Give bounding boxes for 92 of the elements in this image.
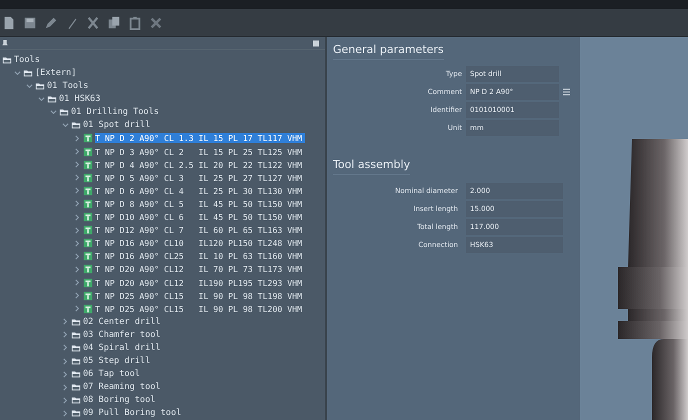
- tree-item[interactable]: T NP D 3 A90° CL 2 IL 15 PL 25 TL125 VHM: [72, 145, 325, 158]
- dock-icon[interactable]: [313, 40, 319, 47]
- folder-icon: [71, 382, 81, 392]
- tree-item[interactable]: T NP D 6 A90° CL 4 IL 25 PL 30 TL130 VHM: [72, 184, 325, 198]
- chevron-down-icon[interactable]: [38, 96, 45, 103]
- tree-item[interactable]: T NP D25 A90° CL15 IL 90 PL 98 TL198 VHM: [72, 289, 325, 302]
- tool-icon: [83, 186, 93, 196]
- tree-item[interactable]: [Extern]: [12, 66, 325, 80]
- tool-icon: [83, 160, 93, 170]
- chevron-down-icon[interactable]: [62, 122, 69, 129]
- chevron-right-icon[interactable]: [74, 240, 81, 247]
- chevron-right-icon[interactable]: [74, 292, 81, 300]
- chevron-right-icon[interactable]: [62, 318, 69, 326]
- tree-item[interactable]: T NP D25 A90° CL15 IL 90 PL 98 TL200 VHM: [72, 302, 325, 316]
- folder-icon: [35, 81, 45, 92]
- tree-item[interactable]: T NP D20 A90° CL12 IL190 PL195 TL293 VHM: [72, 276, 325, 290]
- tool-icon: [83, 278, 93, 288]
- chevron-right-icon[interactable]: [74, 174, 81, 182]
- tool-icon: [83, 290, 93, 301]
- tree-item[interactable]: 09 Pull Boring tool: [60, 406, 325, 420]
- chevron-right-icon[interactable]: [62, 396, 69, 404]
- folder-icon: [59, 107, 69, 118]
- tree-item[interactable]: 08 Boring tool: [60, 394, 325, 407]
- section-title: Tool assembly: [333, 158, 410, 175]
- tree-item[interactable]: 06 Tap tool: [60, 368, 325, 381]
- pencil-icon[interactable]: [44, 16, 58, 30]
- tool-icon: [83, 146, 93, 157]
- chevron-right-icon[interactable]: [62, 331, 69, 338]
- tool-icon: [83, 264, 93, 274]
- chevron-down-icon[interactable]: [14, 70, 21, 77]
- section-title: General parameters: [333, 43, 444, 60]
- tool-icon: [83, 212, 93, 222]
- scissors-icon[interactable]: [86, 16, 100, 30]
- chevron-right-icon[interactable]: [74, 266, 81, 273]
- folder-icon: [71, 369, 81, 380]
- chevron-right-icon[interactable]: [74, 187, 81, 194]
- pin-icon[interactable]: [2, 40, 8, 47]
- tree-item[interactable]: T NP D 8 A90° CL 5 IL 45 PL 50 TL150 VHM: [72, 197, 325, 210]
- folder-icon: [71, 342, 81, 353]
- tree-item[interactable]: T NP D16 A90° CL25 IL 10 PL 63 TL160 VHM: [72, 250, 325, 263]
- folder-icon: [71, 316, 81, 327]
- folder-icon: [71, 395, 81, 406]
- chevron-right-icon[interactable]: [74, 226, 81, 234]
- tree-item[interactable]: 02 Center drill: [60, 315, 325, 328]
- folder-icon: [23, 68, 33, 78]
- folder-icon: [47, 94, 57, 104]
- copy-icon[interactable]: [107, 16, 121, 30]
- chevron-right-icon[interactable]: [62, 370, 69, 378]
- chevron-right-icon[interactable]: [74, 214, 81, 221]
- chevron-right-icon[interactable]: [74, 252, 81, 260]
- tree-item[interactable]: 01 Tools: [24, 80, 325, 93]
- tree-item[interactable]: 03 Chamfer tool: [60, 328, 325, 342]
- folder-icon: [71, 330, 81, 340]
- tree-item[interactable]: 01 Drilling Tools: [48, 106, 325, 119]
- tree-item[interactable]: T NP D 5 A90° CL 3 IL 25 PL 27 TL127 VHM: [72, 171, 325, 184]
- chevron-right-icon[interactable]: [74, 305, 81, 312]
- tree-item[interactable]: T NP D12 A90° CL 7 IL 60 PL 65 TL163 VHM: [72, 224, 325, 237]
- tree-item[interactable]: T NP D16 A90° CL10 IL120 PL150 TL248 VHM: [72, 236, 325, 250]
- tree-item[interactable]: T NP D20 A90° CL12 IL 70 PL 73 TL173 VHM: [72, 262, 325, 276]
- tool-icon: [83, 172, 93, 183]
- tree-item[interactable]: 04 Spiral drill: [60, 341, 325, 355]
- tree-item[interactable]: Tools: [0, 53, 325, 66]
- save-icon[interactable]: [23, 16, 37, 30]
- chevron-right-icon[interactable]: [74, 134, 81, 142]
- chevron-down-icon[interactable]: [26, 82, 33, 90]
- delete-icon[interactable]: [149, 16, 163, 30]
- folder-icon: [71, 356, 81, 366]
- tree-item[interactable]: T NP D10 A90° CL 6 IL 45 PL 50 TL150 VHM: [72, 210, 325, 224]
- tree-item[interactable]: T NP D 4 A90° CL 2.5 IL 20 PL 22 TL122 VHM: [72, 158, 325, 172]
- tree-item[interactable]: 01 HSK63: [36, 92, 325, 106]
- chevron-right-icon[interactable]: [74, 148, 81, 156]
- chevron-right-icon[interactable]: [62, 344, 69, 352]
- tree-item[interactable]: 07 Reaming tool: [60, 380, 325, 394]
- tool-icon: [83, 198, 93, 209]
- tree-item[interactable]: 01 Spot drill: [60, 118, 325, 132]
- tool-icon: [83, 251, 93, 262]
- folder-icon: [71, 120, 81, 130]
- new-file-icon[interactable]: [2, 16, 16, 30]
- clipboard-icon[interactable]: [128, 16, 142, 30]
- chevron-right-icon[interactable]: [74, 161, 81, 168]
- tool-icon: [83, 225, 93, 236]
- chevron-down-icon[interactable]: [50, 108, 57, 116]
- chevron-right-icon[interactable]: [62, 410, 69, 417]
- chevron-right-icon[interactable]: [62, 384, 69, 391]
- tool-icon: [83, 133, 93, 144]
- text-edit-icon[interactable]: [563, 88, 570, 96]
- chevron-right-icon[interactable]: [74, 279, 81, 286]
- chevron-right-icon[interactable]: [62, 358, 69, 365]
- tool-icon: [83, 304, 93, 314]
- chevron-right-icon[interactable]: [74, 200, 81, 208]
- tool-icon: [83, 238, 93, 248]
- tree-item[interactable]: 05 Step drill: [60, 354, 325, 368]
